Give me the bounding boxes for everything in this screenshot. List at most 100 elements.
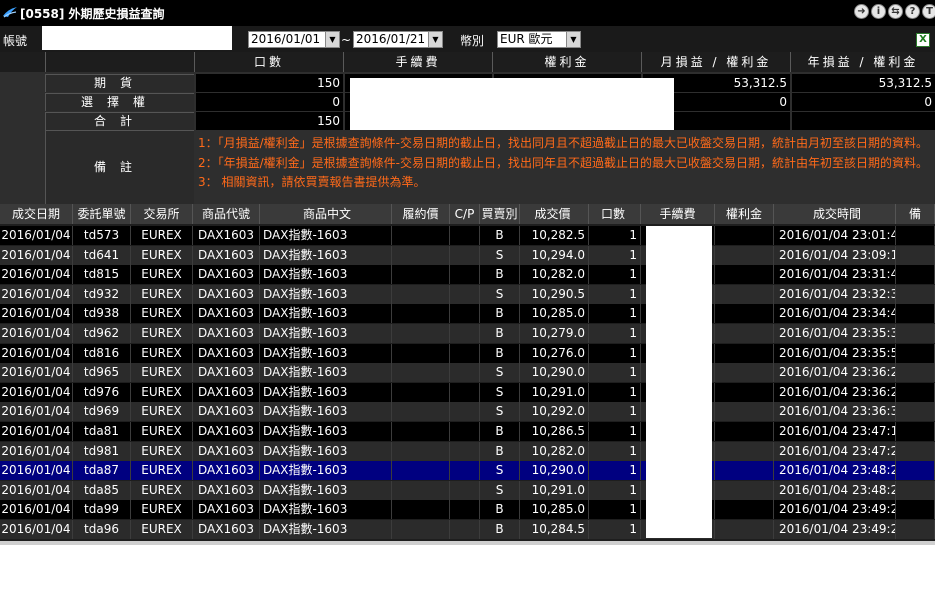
cell-buy-sell: S	[480, 402, 520, 422]
table-row[interactable]: 2016/01/04 td938 EUREX DAX1603 DAX指數-1603 B 10…	[0, 304, 935, 324]
table-row[interactable]: 2016/01/04 tda87 EUREX DAX1603 DAX指數-1603 S 10…	[0, 461, 935, 481]
cell-buy-sell: S	[480, 480, 520, 500]
table-row[interactable]: 2016/01/04 td976 EUREX DAX1603 DAX指數-1603 S 10…	[0, 382, 935, 402]
trades-table: 成交日期 委託單號 交易所 商品代號 商品中文 履約價 C/P 買賣別 成交價 …	[0, 204, 935, 541]
table-row[interactable]: 2016/01/04 tda99 EUREX DAX1603 DAX指數-1603 B 10…	[0, 500, 935, 520]
cell-qty: 1	[589, 363, 641, 383]
horizontal-scrollbar[interactable]	[0, 541, 935, 545]
cell-price: 10,290.0	[520, 363, 589, 383]
cell-product-code: DAX1603	[193, 265, 260, 285]
table-row[interactable]: 2016/01/04 td932 EUREX DAX1603 DAX指數-1603 S 10…	[0, 284, 935, 304]
redaction-block	[646, 226, 712, 538]
column-header-buy-sell[interactable]: 買賣別	[480, 204, 520, 224]
window-title: [0558] 外期歷史損益查詢	[20, 7, 165, 21]
cell-buy-sell: B	[480, 324, 520, 343]
cell-note	[896, 284, 935, 304]
export-excel-icon[interactable]: X	[916, 33, 930, 47]
share-icon[interactable]: ⇆	[888, 4, 903, 19]
table-row[interactable]: 2016/01/04 td962 EUREX DAX1603 DAX指數-1603 B 10…	[0, 324, 935, 343]
cell-cp	[450, 324, 480, 343]
table-row[interactable]: 2016/01/04 tda81 EUREX DAX1603 DAX指數-1603 B 10…	[0, 422, 935, 441]
cell-product-code: DAX1603	[193, 382, 260, 402]
cell-note	[896, 304, 935, 324]
account-input[interactable]	[42, 26, 232, 50]
column-header-strike[interactable]: 履約價	[392, 204, 450, 224]
cell-cp	[450, 226, 480, 245]
table-row[interactable]: 2016/01/04 td641 EUREX DAX1603 DAX指數-1603 S 10…	[0, 245, 935, 265]
column-header-premium[interactable]: 權利金	[715, 204, 774, 224]
cell-trade-time: 2016/01/04 23:32:39	[774, 284, 896, 304]
column-header-trade-date[interactable]: 成交日期	[0, 204, 73, 224]
cell-note	[896, 226, 935, 245]
cell-cp	[450, 245, 480, 265]
column-header-note[interactable]: 備	[896, 204, 935, 224]
table-row[interactable]: 2016/01/04 td816 EUREX DAX1603 DAX指數-1603 B 10…	[0, 343, 935, 363]
column-header-product-code[interactable]: 商品代號	[193, 204, 260, 224]
table-row[interactable]: 2016/01/04 tda96 EUREX DAX1603 DAX指數-1603 B 10…	[0, 520, 935, 539]
currency-select[interactable]: EUR 歐元 ▼	[497, 31, 581, 48]
cell-product-name: DAX指數-1603	[260, 265, 392, 285]
column-header-fee[interactable]: 手續費	[641, 204, 715, 224]
date-range-separator: ~	[341, 33, 352, 47]
text-icon[interactable]: T	[922, 4, 935, 19]
back-icon[interactable]: ➜	[854, 4, 869, 19]
cell-strike	[392, 324, 450, 343]
column-header-qty[interactable]: 口數	[589, 204, 641, 224]
cell-buy-sell: B	[480, 265, 520, 285]
table-row[interactable]: 2016/01/04 tda85 EUREX DAX1603 DAX指數-1603 S 10…	[0, 480, 935, 500]
cell-cp	[450, 402, 480, 422]
cell-exchange: EUREX	[131, 226, 193, 245]
cell-product-code: DAX1603	[193, 245, 260, 265]
cell-order-no: tda99	[73, 500, 131, 520]
remark-line-3: 3： 相關資訊，請依買賣報告書提供為準。	[198, 175, 426, 189]
cell-trade-time: 2016/01/04 23:49:29	[774, 520, 896, 539]
cell-cp	[450, 265, 480, 285]
redaction-block	[350, 78, 674, 130]
table-row[interactable]: 2016/01/04 td815 EUREX DAX1603 DAX指數-1603 B 10…	[0, 265, 935, 285]
cell-cp	[450, 520, 480, 539]
date-to-select[interactable]: 2016/01/21 ▼	[353, 31, 443, 48]
cell-order-no: td816	[73, 343, 131, 363]
column-header-trade-time[interactable]: 成交時間	[774, 204, 896, 224]
table-row[interactable]: 2016/01/04 td969 EUREX DAX1603 DAX指數-1603 S 10…	[0, 402, 935, 422]
remark-line-1: 1：「月損益/權利金」是根據查詢條件-交易日期的截止日，找出同月且不超過截止日的…	[198, 136, 929, 150]
cell-note	[896, 441, 935, 461]
summary-options-qty: 0	[196, 93, 343, 111]
table-row[interactable]: 2016/01/04 td981 EUREX DAX1603 DAX指數-1603 B 10…	[0, 441, 935, 461]
column-header-price[interactable]: 成交價	[520, 204, 589, 224]
cell-product-code: DAX1603	[193, 324, 260, 343]
table-row[interactable]: 2016/01/04 td965 EUREX DAX1603 DAX指數-1603 S 10…	[0, 363, 935, 383]
cell-qty: 1	[589, 284, 641, 304]
column-header-cp[interactable]: C/P	[450, 204, 480, 224]
currency-value: EUR 歐元	[500, 32, 553, 46]
cell-strike	[392, 245, 450, 265]
cell-cp	[450, 382, 480, 402]
cell-exchange: EUREX	[131, 441, 193, 461]
cell-order-no: td965	[73, 363, 131, 383]
remark-line-2: 2：「年損益/權利金」是根據查詢條件-交易日期的截止日，找出同年且不超過截止日的…	[198, 156, 929, 170]
cell-buy-sell: S	[480, 245, 520, 265]
cell-buy-sell: B	[480, 520, 520, 539]
cell-exchange: EUREX	[131, 520, 193, 539]
column-header-exchange[interactable]: 交易所	[131, 204, 193, 224]
column-header-product-name[interactable]: 商品中文	[260, 204, 392, 224]
help-icon[interactable]: ?	[905, 4, 920, 19]
cell-product-code: DAX1603	[193, 304, 260, 324]
summary-row-label-futures: 期貨	[45, 74, 194, 92]
table-row[interactable]: 2016/01/04 td573 EUREX DAX1603 DAX指數-1603 B 10…	[0, 226, 935, 245]
cell-price: 10,286.5	[520, 422, 589, 441]
date-from-select[interactable]: 2016/01/01 ▼	[248, 31, 340, 48]
cell-trade-time: 2016/01/04 23:35:50	[774, 343, 896, 363]
cell-trade-time: 2016/01/04 23:34:49	[774, 304, 896, 324]
cell-trade-time: 2016/01/04 23:31:45	[774, 265, 896, 285]
column-header-order-no[interactable]: 委託單號	[73, 204, 131, 224]
info-icon[interactable]: i	[871, 4, 886, 19]
cell-strike	[392, 480, 450, 500]
cell-buy-sell: S	[480, 363, 520, 383]
cell-premium	[715, 284, 774, 304]
cell-product-name: DAX指數-1603	[260, 324, 392, 343]
cell-trade-date: 2016/01/04	[0, 402, 73, 422]
cell-order-no: td641	[73, 245, 131, 265]
title-bar: [0558] 外期歷史損益查詢 ➜ i ⇆? T	[0, 0, 935, 27]
cell-product-name: DAX指數-1603	[260, 441, 392, 461]
